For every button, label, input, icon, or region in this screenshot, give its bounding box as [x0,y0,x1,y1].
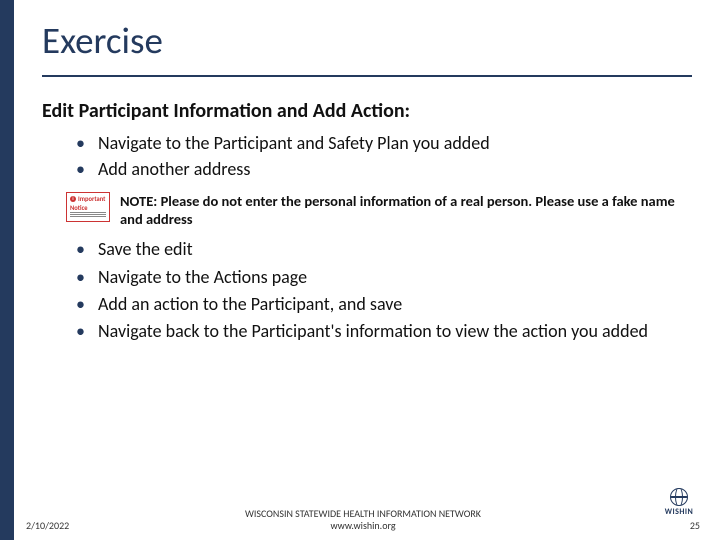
title-rule [42,75,692,77]
footer-url: www.wishin.org [106,520,620,532]
bullet-list-top: Navigate to the Participant and Safety P… [42,131,692,182]
list-item: Add another address [76,157,692,181]
list-item: Navigate back to the Participant's infor… [76,319,692,343]
footer-date: 2/10/2022 [26,519,106,532]
slide-title: Exercise [42,18,692,69]
list-item: Navigate to the Actions page [76,265,692,289]
list-item: Add an action to the Participant, and sa… [76,292,692,316]
list-item: Navigate to the Participant and Safety P… [76,131,692,155]
subtitle: Edit Participant Information and Add Act… [42,99,692,123]
note-text: NOTE: Please do not enter the personal i… [120,192,692,230]
footer: 2/10/2022 WISCONSIN STATEWIDE HEALTH INF… [14,508,720,532]
important-notice-icon: i Important Notice [66,192,110,222]
list-item: Save the edit [76,237,692,261]
note-row: i Important Notice NOTE: Please do not e… [66,192,692,230]
footer-center: WISCONSIN STATEWIDE HEALTH INFORMATION N… [106,508,620,532]
page-number: 25 [690,519,700,532]
slide: Exercise Edit Participant Information an… [0,0,720,540]
bullet-list-second: Save the edit Navigate to the Actions pa… [42,237,692,343]
globe-icon [670,488,688,506]
